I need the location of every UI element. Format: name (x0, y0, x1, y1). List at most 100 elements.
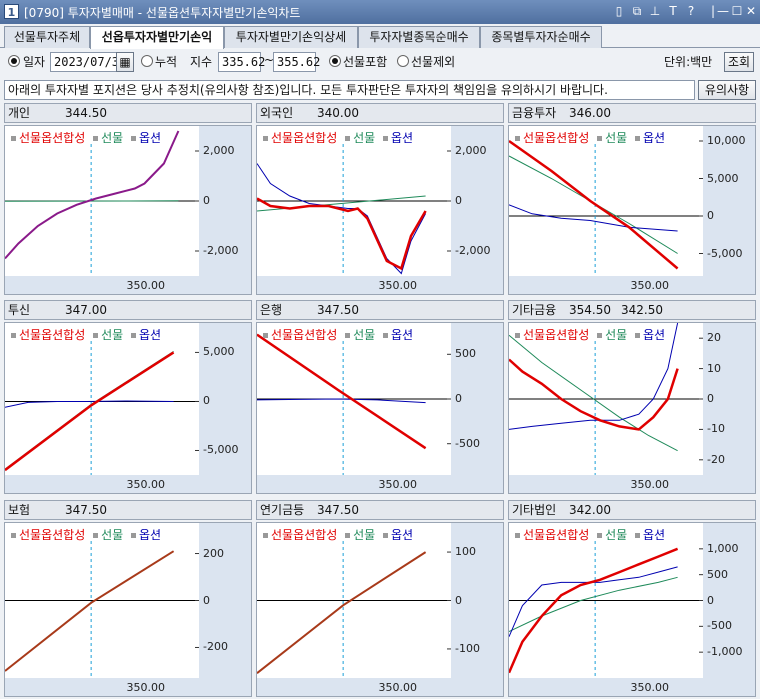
pnl-chart: 선물옵션합성 선물 옵션 500 0 -500 350.00 (256, 322, 504, 494)
copy-icon[interactable]: ⧉ (630, 4, 644, 18)
index-label: 지수 (190, 55, 213, 69)
x-tick-label: 350.00 (378, 681, 417, 694)
legend-options: 옵션 (139, 328, 162, 342)
plot-area (257, 333, 451, 475)
query-button[interactable]: 조회 (724, 52, 754, 72)
legend-futures: 선물 (101, 528, 124, 542)
legend-combined: 선물옵션합성 (19, 131, 86, 145)
y-tick-label: 2,000 (455, 144, 487, 157)
y-tick-label: -500 (707, 619, 732, 633)
toolbar: 일자 2023/07/31 ▦ 누적 지수 335.62 ~ 355.62 선물… (0, 50, 760, 76)
legend-marker-icon (383, 136, 388, 141)
window-title: [0790] 투자자별매매 - 선물옵션투자자별만기손익차트 (24, 6, 301, 20)
tab-futures-subject[interactable]: 선물투자주체 (4, 26, 90, 48)
legend-marker-icon (383, 533, 388, 538)
date-input[interactable]: 2023/07/31 (50, 52, 126, 72)
link-icon[interactable]: ▯ (612, 4, 626, 18)
legend-marker-icon (263, 533, 268, 538)
x-tick-label: 350.00 (630, 478, 669, 491)
tab-item-investor-net-buy[interactable]: 종목별투자자순매수 (480, 26, 602, 48)
legend-futures: 선물 (605, 131, 628, 145)
y-tick-label: -500 (455, 436, 480, 450)
investor-value: 347.50 (317, 503, 359, 517)
investor-name: 은행 (260, 303, 283, 317)
chart-legend: 선물옵션합성 선물 옵션 (515, 129, 665, 146)
daily-label: 일자 (23, 55, 46, 69)
plot-area (509, 323, 703, 475)
combined-series-line (257, 333, 427, 450)
y-tick-label: 0 (455, 392, 462, 405)
y-tick-label: 10,000 (707, 134, 746, 147)
pin-icon[interactable]: ⊥ (648, 4, 662, 18)
help-icon[interactable]: ? (684, 4, 698, 18)
legend-combined: 선물옵션합성 (523, 328, 590, 342)
legend-futures: 선물 (101, 328, 124, 342)
legend-marker-icon (597, 533, 603, 538)
plot-area (257, 144, 451, 276)
panel-header: 은행 347.50 (256, 300, 504, 320)
close-icon[interactable]: ✕ (744, 4, 758, 18)
font-icon[interactable]: T (666, 4, 680, 18)
minimize-icon[interactable]: — (716, 4, 730, 18)
x-tick-label: 350.00 (126, 279, 165, 292)
legend-combined: 선물옵션합성 (271, 131, 338, 145)
notice-button[interactable]: 유의사항 (698, 80, 756, 100)
chart-legend: 선물옵션합성 선물 옵션 (515, 526, 665, 543)
y-tick-label: 100 (455, 545, 476, 559)
calendar-icon[interactable]: ▦ (116, 52, 134, 72)
unit-label: 단위:백만 (664, 55, 713, 69)
investor-value: 347.50 (317, 303, 359, 317)
cumulative-radio[interactable] (141, 55, 153, 67)
daily-radio[interactable] (8, 55, 20, 67)
y-tick-label: 0 (203, 194, 210, 207)
legend-combined: 선물옵션합성 (271, 328, 338, 342)
tab-expiry-pnl-detail[interactable]: 투자자별만기손익상세 (224, 26, 358, 48)
legend-marker-icon (263, 333, 268, 338)
pnl-chart: 선물옵션합성 선물 옵션 5,000 0 -5,000 350.00 (4, 322, 252, 494)
legend-options: 옵션 (391, 528, 414, 542)
investor-value: 347.50 (65, 503, 107, 517)
legend-marker-icon (345, 333, 351, 338)
chart-legend: 선물옵션합성 선물 옵션 (263, 326, 413, 343)
y-tick-label: 0 (455, 194, 462, 207)
legend-marker-icon (345, 533, 351, 538)
include-futures-radio[interactable] (329, 55, 341, 67)
legend-combined: 선물옵션합성 (523, 131, 590, 145)
x-tick-label: 350.00 (126, 681, 165, 694)
chart-legend: 선물옵션합성 선물 옵션 (515, 326, 665, 343)
x-tick-label: 350.00 (126, 478, 165, 491)
panel-header: 외국인 340.00 (256, 103, 504, 123)
index-from-input[interactable]: 335.62 (218, 52, 265, 72)
y-tick-label: -5,000 (203, 443, 239, 457)
legend-marker-icon (93, 333, 99, 338)
maximize-icon[interactable]: ☐ (730, 4, 744, 18)
x-tick-label: 350.00 (630, 681, 669, 694)
legend-marker-icon (515, 533, 520, 538)
legend-marker-icon (131, 136, 136, 141)
x-tick-label: 350.00 (378, 478, 417, 491)
chart-legend: 선물옵션합성 선물 옵션 (11, 326, 161, 343)
pnl-chart: 선물옵션합성 선물 옵션 20 10 0 -10 -20 350.00 (508, 322, 756, 494)
combined-series-line (5, 550, 175, 672)
combined-series-line (5, 130, 180, 260)
investor-value: 354.50 (569, 303, 611, 317)
investor-value: 344.50 (65, 106, 107, 120)
plot-area (509, 139, 703, 276)
y-tick-label: -100 (455, 641, 480, 655)
x-axis (509, 678, 703, 696)
legend-marker-icon (515, 333, 520, 338)
tab-investor-item-net-buy[interactable]: 투자자별종목순매수 (358, 26, 480, 48)
tab-bar: 선물투자주체 선옵투자자별만기손익 투자자별만기손익상세 투자자별종목순매수 종… (0, 26, 760, 49)
index-to-input[interactable]: 355.62 (273, 52, 320, 72)
panel-header: 연기금등 347.50 (256, 500, 504, 520)
x-axis (5, 475, 199, 493)
tab-investor-expiry-pnl[interactable]: 선옵투자자별만기손익 (90, 26, 224, 49)
x-axis (257, 276, 451, 294)
exclude-futures-radio[interactable] (397, 55, 409, 67)
panel-header: 금융투자 346.00 (508, 103, 756, 123)
pnl-chart: 선물옵션합성 선물 옵션 200 0 -200 350.00 (4, 522, 252, 697)
options-series-line (509, 204, 678, 232)
combined-series-line (509, 139, 679, 270)
legend-futures: 선물 (101, 131, 124, 145)
legend-marker-icon (93, 533, 99, 538)
